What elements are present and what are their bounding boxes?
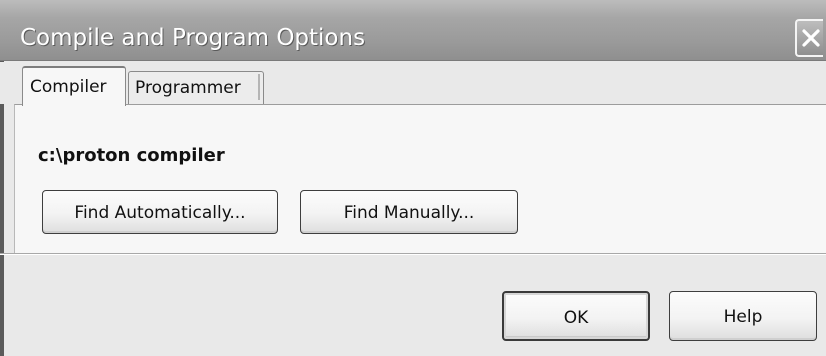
ok-button[interactable]: OK	[502, 291, 650, 341]
help-button[interactable]: Help	[669, 291, 817, 341]
compiler-path-label: c:\proton compiler	[38, 145, 225, 166]
find-manually-button[interactable]: Find Manually...	[300, 190, 518, 234]
close-icon	[802, 29, 820, 47]
title-bar[interactable]: Compile and Program Options	[0, 0, 826, 61]
window-title: Compile and Program Options	[20, 25, 366, 51]
footer-separator	[0, 253, 826, 255]
tab-compiler[interactable]: Compiler	[22, 66, 126, 106]
dialog-window: Compile and Program Options Programmer C…	[0, 0, 826, 356]
find-automatically-button[interactable]: Find Automatically...	[42, 190, 278, 234]
tab-programmer-label: Programmer	[135, 78, 241, 98]
close-button[interactable]	[795, 19, 823, 57]
tab-programmer[interactable]: Programmer	[128, 71, 264, 104]
tab-compiler-label: Compiler	[30, 77, 107, 97]
